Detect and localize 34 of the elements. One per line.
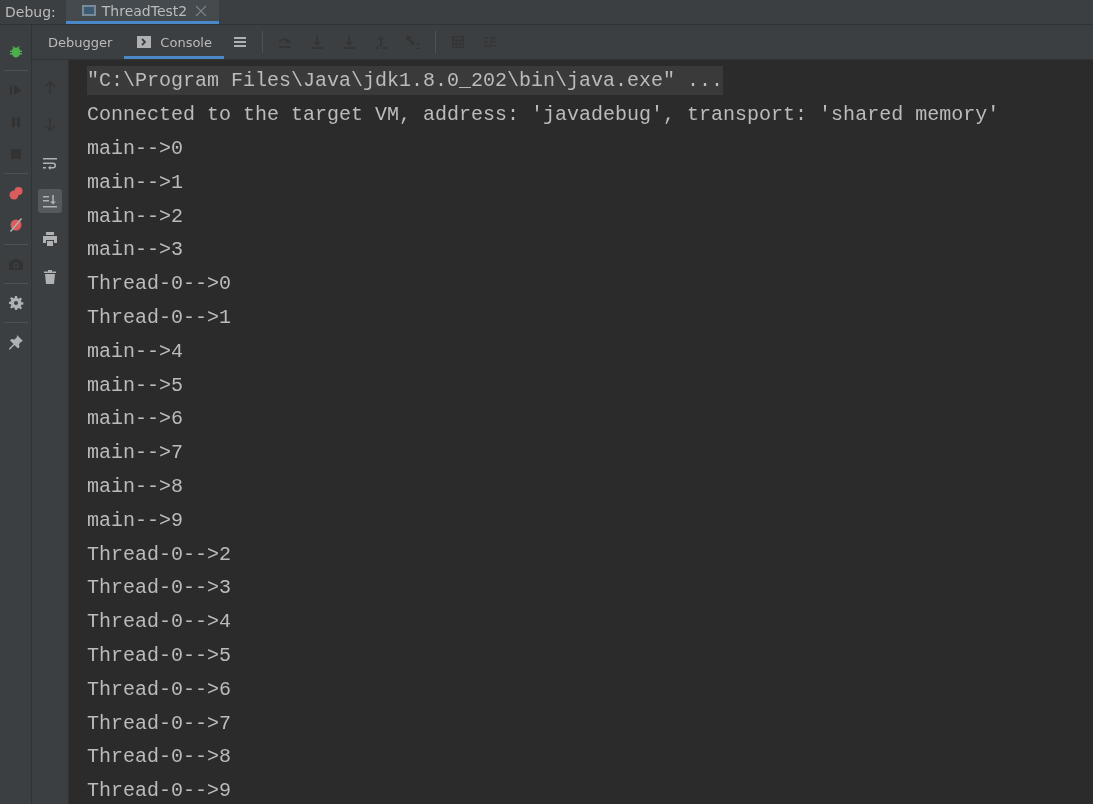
console-output-line: main-->8	[87, 474, 183, 498]
window-icon	[81, 5, 96, 16]
console-output-line: main-->4	[87, 339, 183, 363]
console-output-line: Thread-0-->0	[87, 272, 232, 296]
mute-breakpoints-icon[interactable]	[7, 217, 24, 233]
console-output-line: main-->5	[87, 373, 183, 397]
console-output-line: Thread-0-->3	[87, 576, 232, 600]
tool-tab[interactable]: Debugger	[36, 25, 125, 59]
console-output-line: Connected to the target VM, address: 'javadebug', transport: 'shared memory'	[87, 103, 1000, 127]
panel-label: Debug:	[4, 4, 57, 20]
scroll-to-end-icon[interactable]	[38, 189, 62, 213]
console-output-line: Thread-0-->1	[87, 305, 232, 329]
console-output-line: main-->2	[87, 204, 183, 228]
console-output-line: Thread-0-->7	[87, 711, 232, 735]
menu-icon[interactable]	[231, 34, 248, 50]
pin-icon[interactable]	[7, 334, 24, 350]
console-output-line: Thread-0-->8	[87, 745, 232, 769]
console-output-line: Thread-0-->5	[87, 643, 232, 667]
console-output-line: main-->0	[87, 137, 183, 160]
console-output-line: main-->7	[87, 441, 183, 465]
console-output-line: Thread-0-->6	[87, 677, 232, 701]
console-output-line: main-->3	[87, 238, 183, 262]
breakpoints-icon[interactable]	[7, 185, 24, 201]
tool-tab[interactable]: Console	[124, 25, 224, 59]
run-tab[interactable]: ThreadTest2	[65, 0, 220, 24]
console-output-line: Thread-0-->2	[87, 542, 232, 566]
console-output-line: Thread-0-->4	[87, 610, 232, 634]
console-output-line: Thread-0-->9	[87, 779, 232, 803]
gear-icon[interactable]	[7, 295, 24, 311]
bug-icon[interactable]	[7, 43, 24, 59]
console-output-line: main-->1	[87, 170, 183, 194]
console-output-line: main-->6	[87, 407, 183, 431]
console-output-line: main-->9	[87, 508, 183, 532]
console-icon	[136, 34, 153, 50]
